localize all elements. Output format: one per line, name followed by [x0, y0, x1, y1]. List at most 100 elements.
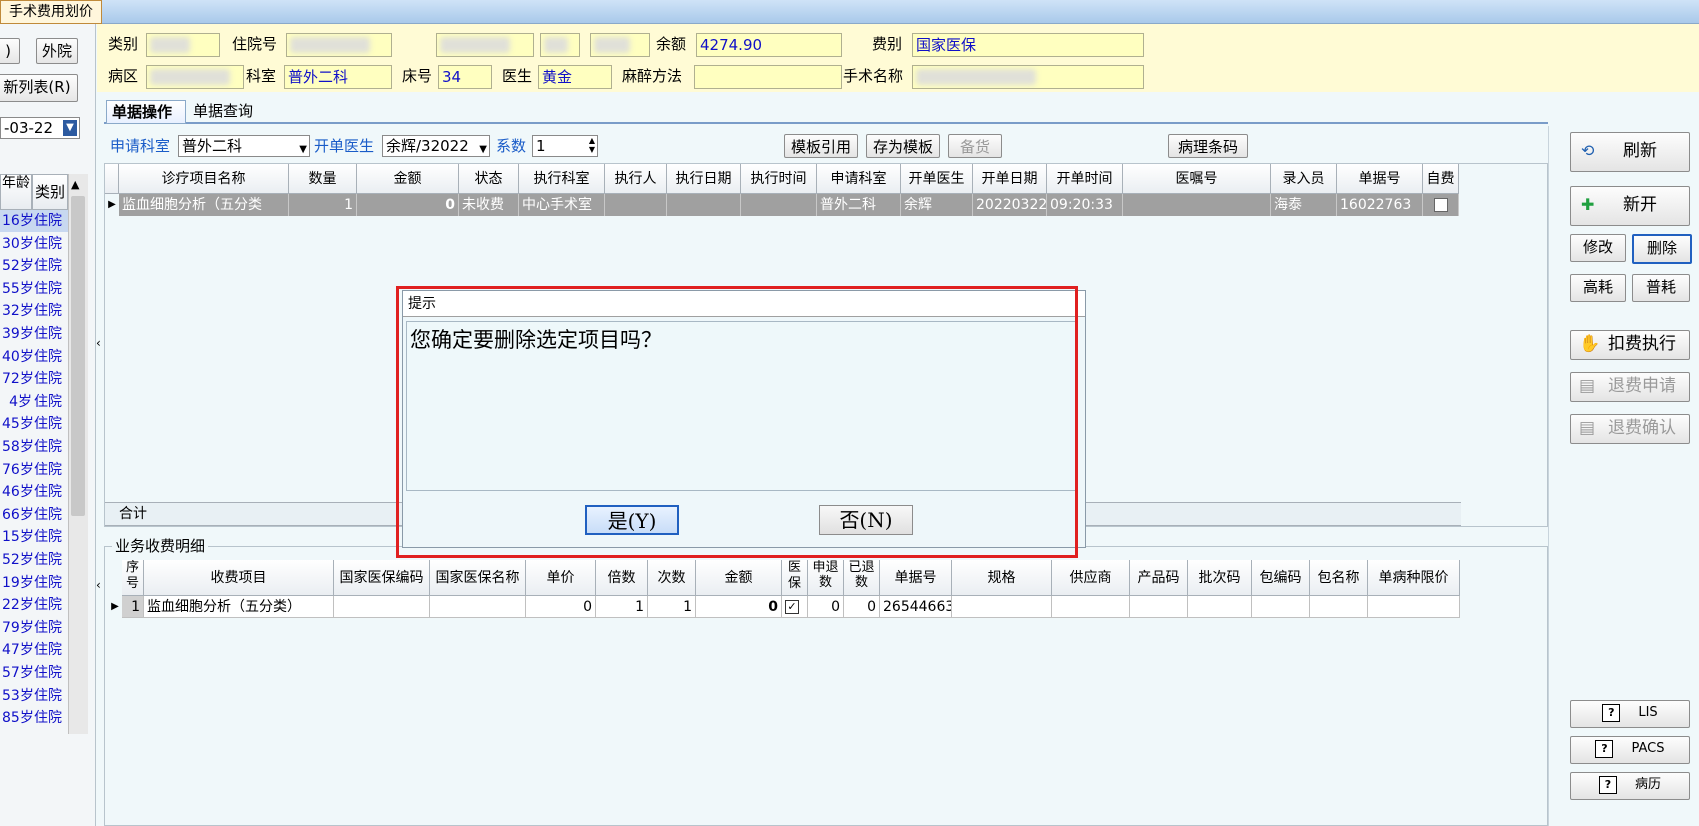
patient-row[interactable]: 4岁 住院: [0, 391, 68, 413]
high-consumable-button[interactable]: 高耗: [1570, 274, 1626, 302]
column-header[interactable]: 执行时间: [741, 164, 817, 194]
patient-row[interactable]: 16岁 住院: [0, 210, 68, 232]
patient-row[interactable]: 45岁 住院: [0, 413, 68, 435]
dept-field[interactable]: 普外二科: [284, 65, 392, 89]
table-cell[interactable]: 余辉: [901, 194, 973, 216]
table-cell[interactable]: [741, 194, 817, 216]
balance-field[interactable]: 4274.90: [696, 33, 842, 57]
patient-row[interactable]: 39岁 住院: [0, 323, 68, 345]
table-cell[interactable]: [952, 596, 1052, 618]
age-field[interactable]: [590, 33, 650, 57]
window-title[interactable]: 手术费用划价: [0, 0, 102, 24]
insurance-checkbox[interactable]: ✓: [785, 600, 799, 614]
table-cell[interactable]: 海泰: [1271, 194, 1337, 216]
column-header[interactable]: 单据号: [1337, 164, 1423, 194]
table-cell[interactable]: 0: [526, 596, 596, 618]
column-header[interactable]: 次数: [648, 560, 696, 596]
doctor-select[interactable]: 余辉/32022 ▼: [382, 135, 490, 157]
paren-button[interactable]: ): [0, 38, 20, 64]
ward-field[interactable]: [146, 65, 244, 89]
table-cell[interactable]: 1: [289, 194, 357, 216]
column-header[interactable]: 金额: [696, 560, 782, 596]
table-cell[interactable]: [1423, 194, 1459, 216]
table-cell[interactable]: 1: [648, 596, 696, 618]
column-header[interactable]: 规格: [952, 560, 1052, 596]
patient-row[interactable]: 32岁 住院: [0, 300, 68, 322]
chevron-up-icon[interactable]: ▲: [71, 178, 79, 191]
table-cell[interactable]: 中心手术室: [519, 194, 605, 216]
refund-request-button[interactable]: ▤ 退费申请: [1570, 372, 1690, 402]
patient-row[interactable]: 15岁 住院: [0, 526, 68, 548]
patient-row[interactable]: 46岁 住院: [0, 481, 68, 503]
column-header[interactable]: 诊疗项目名称: [119, 164, 289, 194]
pathology-barcode-button[interactable]: 病理条码: [1168, 134, 1248, 158]
patient-row[interactable]: 52岁 住院: [0, 255, 68, 277]
column-header[interactable]: 收费项目: [144, 560, 334, 596]
name-field[interactable]: [436, 33, 534, 57]
patient-row[interactable]: 55岁 住院: [0, 278, 68, 300]
patient-row[interactable]: 40岁 住院: [0, 346, 68, 368]
collapse-left-icon[interactable]: ‹: [96, 336, 104, 356]
column-header[interactable]: 国家医保编码: [334, 560, 430, 596]
column-header[interactable]: 数量: [289, 164, 357, 194]
table-cell[interactable]: 16022763: [1337, 194, 1423, 216]
column-header[interactable]: 单据号: [880, 560, 952, 596]
save-template-button[interactable]: 存为模板: [866, 134, 940, 158]
column-header[interactable]: 供应商: [1052, 560, 1130, 596]
column-header[interactable]: 序号: [122, 560, 144, 596]
table-cell[interactable]: 0: [696, 596, 782, 618]
patient-row[interactable]: 66岁 住院: [0, 504, 68, 526]
table-cell[interactable]: [667, 194, 741, 216]
table-cell[interactable]: 1: [122, 596, 144, 618]
table-cell[interactable]: 0: [357, 194, 459, 216]
table-cell[interactable]: 未收费: [459, 194, 519, 216]
column-header[interactable]: 录入员: [1271, 164, 1337, 194]
left-scrollbar[interactable]: ▲: [68, 174, 88, 734]
table-cell[interactable]: 0: [844, 596, 880, 618]
deduct-execute-button[interactable]: ✋ 扣费执行: [1570, 330, 1690, 360]
table-cell[interactable]: [1130, 596, 1188, 618]
column-header[interactable]: 已退数: [844, 560, 880, 596]
table-cell[interactable]: [1368, 596, 1460, 618]
table-cell[interactable]: [1123, 194, 1271, 216]
chevron-down-icon[interactable]: ▼: [479, 140, 487, 156]
table-cell[interactable]: [1052, 596, 1130, 618]
column-header[interactable]: 执行科室: [519, 164, 605, 194]
column-header[interactable]: 产品码: [1130, 560, 1188, 596]
column-header[interactable]: 执行人: [605, 164, 667, 194]
table-cell[interactable]: 监血细胞分析（五分类）: [144, 596, 334, 618]
table-cell[interactable]: [1252, 596, 1310, 618]
collapse-left-icon-2[interactable]: ‹: [96, 578, 104, 598]
column-header[interactable]: 开单时间: [1047, 164, 1123, 194]
column-header[interactable]: 单病种限价: [1368, 560, 1460, 596]
doctor-field[interactable]: 黄金: [538, 65, 612, 89]
column-header[interactable]: 医保: [782, 560, 808, 596]
delete-button[interactable]: 删除: [1632, 234, 1692, 264]
chevron-down-icon[interactable]: ▼: [299, 140, 307, 156]
table-cell[interactable]: 1: [596, 596, 648, 618]
table-cell[interactable]: 26544663: [880, 596, 952, 618]
col-type-header[interactable]: 类别: [32, 174, 68, 210]
table-cell[interactable]: [1188, 596, 1252, 618]
column-header[interactable]: 包编码: [1252, 560, 1310, 596]
template-ref-button[interactable]: 模板引用: [784, 134, 858, 158]
column-header[interactable]: 倍数: [596, 560, 648, 596]
table-cell[interactable]: ✓: [782, 596, 808, 618]
inpatient-no-field[interactable]: [286, 33, 392, 57]
table-cell[interactable]: [1310, 596, 1368, 618]
column-header[interactable]: 申请科室: [817, 164, 901, 194]
column-header[interactable]: 医嘱号: [1123, 164, 1271, 194]
column-header[interactable]: 包名称: [1310, 560, 1368, 596]
patient-row[interactable]: 30岁 住院: [0, 233, 68, 255]
scroll-thumb[interactable]: [71, 196, 85, 516]
column-header[interactable]: 批次码: [1188, 560, 1252, 596]
column-header[interactable]: 国家医保名称: [430, 560, 526, 596]
patient-row[interactable]: 19岁 住院: [0, 572, 68, 594]
medical-record-button[interactable]: ? 病历: [1570, 772, 1690, 800]
new-button[interactable]: ✚ 新开: [1570, 186, 1690, 226]
lis-button[interactable]: ? LIS: [1570, 700, 1690, 728]
normal-consumable-button[interactable]: 普耗: [1632, 274, 1690, 302]
self-pay-checkbox[interactable]: [1434, 198, 1448, 212]
column-header[interactable]: 自费: [1423, 164, 1459, 194]
column-header[interactable]: 单价: [526, 560, 596, 596]
